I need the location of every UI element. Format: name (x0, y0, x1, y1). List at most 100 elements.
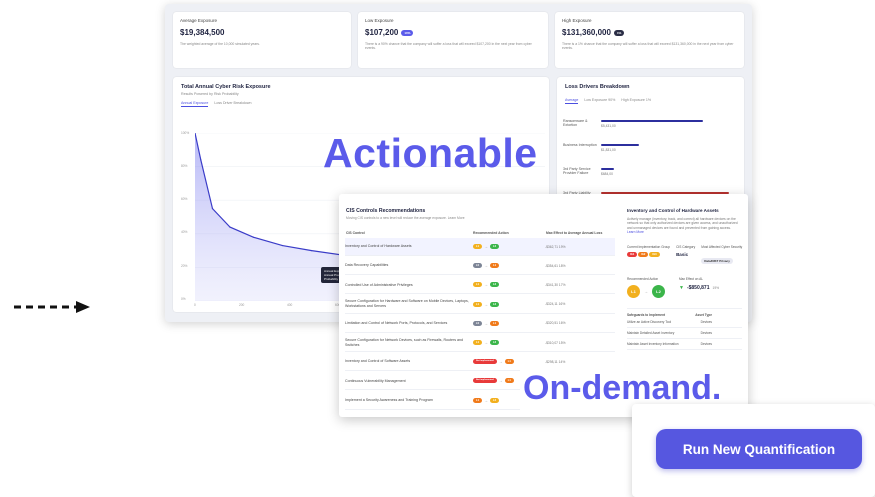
target-level-pill: L1 (504, 378, 514, 384)
arrow-right-icon: → (484, 301, 489, 307)
tab-average[interactable]: Average (565, 98, 579, 104)
effect-value: -$320,51 16% (545, 321, 566, 326)
driver-bar[interactable] (601, 144, 640, 146)
safeguard-row[interactable]: Maintain Asset Inventory Information Devi… (627, 339, 742, 350)
exposure-point[interactable] (311, 250, 313, 252)
max-effect-value: -$850,871 (686, 284, 710, 291)
card-description: There is a 1% chance that the company wi… (562, 42, 734, 51)
detail-description: Actively manage (inventory, track, and c… (627, 217, 738, 230)
current-level-pill: L1 (473, 397, 483, 403)
y-tick: 100% (181, 131, 190, 135)
driver-label: Business Interruption (563, 143, 597, 147)
col-header-control[interactable]: CIS Control (346, 231, 365, 235)
arrow-right-icon: → (484, 320, 489, 326)
probability-badge: 1% (613, 29, 625, 36)
actionable-headline: Actionable (323, 130, 538, 176)
table-row[interactable]: Data Recovery Capabilities L0 → L1 -$354,61 … (345, 257, 615, 276)
tab-loss-driver-breakdown[interactable]: Loss Driver Breakdown (214, 101, 251, 107)
run-new-quantification-button[interactable]: Run New Quantification (656, 429, 862, 469)
max-effect-pct: 19% (712, 285, 720, 290)
exposure-point[interactable] (229, 226, 231, 228)
target-level-pill: L1 (490, 320, 500, 326)
control-name: Controlled Use of Administrative Privile… (345, 282, 413, 287)
effect-value: -$354,61 18% (545, 263, 566, 268)
card-title: Low Exposure (365, 18, 394, 23)
x-tick: 200 (239, 303, 245, 307)
target-level-pill: L2 (490, 282, 500, 288)
safeguard-name: Utilize an Active Discovery Tool (627, 319, 672, 324)
control-name: Implement a Security Awareness and Train… (345, 397, 433, 402)
control-name: Inventory and Control of Software Assets (345, 359, 411, 364)
table-row[interactable]: Secure Configuration for Hardware and So… (345, 296, 615, 314)
exposure-point[interactable] (211, 208, 214, 210)
effect-value: -$362,71 19% (545, 244, 566, 249)
nist-badge: Data/NIST Privacy (701, 257, 733, 264)
detail-title: Inventory and Control of Hardware Assets (627, 208, 719, 213)
arrow-right-icon: → (484, 340, 489, 345)
current-level-pill: L1 (473, 244, 483, 249)
target-level-pill: L2 (490, 397, 500, 403)
tab-high-exposure[interactable]: High Exposure 1% (621, 98, 651, 104)
max-effect-arrow-icon: ▼ (679, 284, 684, 291)
y-tick: 60% (181, 197, 188, 201)
card-description: The weighted average of the 10,000 simul… (180, 42, 260, 46)
safeguard-row[interactable]: Maintain Detailed Asset Inventory Devices (627, 328, 742, 339)
arrow-right-icon: → (644, 288, 648, 294)
control-name: Continuous Vulnerability Management (345, 378, 406, 383)
safeguards-header: Safeguards to Implement (627, 312, 666, 317)
y-tick: 80% (181, 164, 188, 168)
driver-value: $684,00 (601, 172, 613, 176)
learn-more-link[interactable]: Learn More (627, 230, 742, 234)
target-level-pill: L2 (490, 301, 500, 307)
driver-value: $1,831,00 (601, 148, 616, 152)
card-value: $19,384,500 (180, 28, 225, 37)
table-row[interactable]: Inventory and Control of Hardware Assets… (345, 238, 615, 256)
impl-group-pill: IG3 (649, 251, 660, 257)
table-row[interactable]: Limitation and Control of Network Ports,… (345, 315, 615, 333)
exposure-point[interactable] (200, 159, 202, 161)
tab-annual-exposure[interactable]: Annual Exposure (181, 101, 209, 107)
card-title: Average Exposure (180, 18, 217, 23)
y-tick: 0% (181, 297, 186, 301)
target-level-pill: L1 (504, 359, 514, 365)
tab-low-exposure[interactable]: Low Exposure 90% (584, 98, 615, 104)
max-effect-label: Max Effect on AL (679, 276, 704, 281)
safeguard-row[interactable]: Utilize an Active Discovery Tool Devices (627, 317, 742, 328)
chart-title: Total Annual Cyber Risk Exposure (181, 84, 271, 90)
y-tick: 40% (181, 230, 188, 234)
control-name: Secure Configuration for Network Devices… (345, 337, 464, 347)
card-description: There is a 90% chance that the company w… (365, 42, 532, 51)
current-level-pill: L1 (473, 340, 483, 345)
arrow-right-icon: → (498, 378, 503, 384)
recommended-action-label: Recommended Action (627, 276, 659, 281)
target-level-pill: L2 (490, 340, 500, 345)
exposure-point[interactable] (281, 244, 284, 247)
table-row[interactable]: Controlled Use of Administrative Privile… (345, 276, 615, 295)
x-tick: 400 (287, 303, 293, 307)
driver-bar[interactable] (601, 120, 704, 122)
current-level-pill: L1 (473, 301, 483, 307)
driver-bar[interactable] (601, 168, 614, 170)
current-level-pill: L0 (473, 320, 483, 326)
card-value: $107,200 (365, 28, 399, 37)
exposure-point[interactable] (252, 236, 254, 238)
driver-label: 3rd Party Service Provider Failure (563, 167, 591, 176)
impl-group-pill: IG2 (638, 251, 649, 257)
arrow-right-icon: → (498, 359, 503, 365)
x-tick: 0 (194, 303, 196, 307)
low-exposure-card: Low Exposure $107,200 10% There is a 90%… (358, 12, 548, 68)
safeguard-name: Maintain Asset Inventory Information (627, 341, 679, 346)
current-level-pill: Not implemented (473, 378, 497, 384)
col-header-action[interactable]: Recommended Action (473, 231, 509, 235)
dashed-arrow-icon (14, 301, 90, 313)
asset-type: Devices (700, 319, 712, 324)
impl-group-pill: IG1 (627, 251, 638, 257)
average-exposure-card: Average Exposure $19,384,500 The weighte… (173, 12, 351, 68)
rec-from-circle: L1 (627, 284, 640, 298)
col-header-effect[interactable]: Max Effect to Average Annual Loss (546, 231, 602, 235)
impl-group-label: Current Implementation Group (627, 244, 671, 249)
card-value: $131,360,000 (562, 28, 611, 37)
asset-type: Devices (700, 330, 712, 335)
effect-value: -$341,30 17% (545, 282, 566, 287)
table-row[interactable]: Secure Configuration for Network Devices… (345, 334, 615, 352)
